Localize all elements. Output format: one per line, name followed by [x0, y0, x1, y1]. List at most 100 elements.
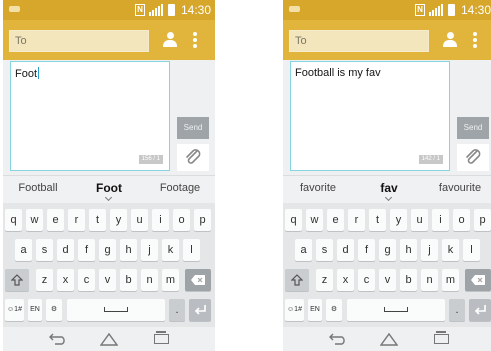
key-l[interactable]: l: [183, 239, 200, 261]
suggestion-left[interactable]: favorite: [283, 176, 353, 203]
key-x[interactable]: x: [57, 269, 74, 291]
key-b[interactable]: b: [400, 269, 417, 291]
contact-icon[interactable]: [163, 32, 177, 48]
message-input[interactable]: Foot 156 / 1: [10, 61, 170, 171]
key-a[interactable]: a: [15, 239, 32, 261]
key-n[interactable]: n: [421, 269, 438, 291]
key-q[interactable]: q: [285, 209, 302, 231]
key-k[interactable]: k: [162, 239, 179, 261]
enter-key[interactable]: [189, 299, 211, 321]
settings-key[interactable]: ⚙: [326, 299, 342, 321]
send-button[interactable]: Send: [177, 117, 209, 139]
key-y[interactable]: y: [110, 209, 127, 231]
to-field[interactable]: To: [9, 30, 149, 52]
key-y[interactable]: y: [390, 209, 407, 231]
key-s[interactable]: s: [36, 239, 53, 261]
key-w[interactable]: w: [26, 209, 43, 231]
period-key[interactable]: .: [449, 299, 465, 321]
phone-screen-2: N 14:30 To Football is my fav 142 / 1 Se…: [283, 0, 491, 351]
language-key[interactable]: EN: [28, 299, 42, 321]
key-o[interactable]: o: [173, 209, 190, 231]
back-icon[interactable]: [49, 333, 67, 345]
key-v[interactable]: v: [99, 269, 116, 291]
key-j[interactable]: j: [421, 239, 438, 261]
suggestion-left[interactable]: Football: [3, 176, 73, 203]
key-e[interactable]: e: [327, 209, 344, 231]
key-u[interactable]: u: [131, 209, 148, 231]
key-z[interactable]: z: [36, 269, 53, 291]
key-w[interactable]: w: [306, 209, 323, 231]
shift-key[interactable]: [5, 269, 29, 291]
key-b[interactable]: b: [120, 269, 137, 291]
key-h[interactable]: h: [400, 239, 417, 261]
back-icon[interactable]: [329, 333, 347, 345]
attach-button[interactable]: [457, 144, 489, 171]
home-icon[interactable]: [100, 332, 118, 346]
key-h[interactable]: h: [120, 239, 137, 261]
keyboard: q w e r t y u i o p a s d f g h j k l z …: [283, 203, 491, 327]
key-v[interactable]: v: [379, 269, 396, 291]
signal-icon: [429, 4, 443, 16]
key-m[interactable]: m: [442, 269, 459, 291]
key-i[interactable]: i: [152, 209, 169, 231]
key-c[interactable]: c: [358, 269, 375, 291]
overflow-menu-icon[interactable]: [193, 32, 197, 49]
suggestion-right[interactable]: favourite: [425, 176, 491, 203]
key-p[interactable]: p: [194, 209, 211, 231]
key-t[interactable]: t: [89, 209, 106, 231]
key-f[interactable]: f: [78, 239, 95, 261]
key-d[interactable]: d: [337, 239, 354, 261]
key-r[interactable]: r: [348, 209, 365, 231]
send-button[interactable]: Send: [457, 117, 489, 139]
key-g[interactable]: g: [99, 239, 116, 261]
key-j[interactable]: j: [141, 239, 158, 261]
home-icon[interactable]: [380, 332, 398, 346]
shift-icon: [290, 274, 304, 286]
recent-apps-icon[interactable]: [154, 331, 169, 344]
key-m[interactable]: m: [162, 269, 179, 291]
to-field[interactable]: To: [289, 30, 429, 52]
key-d[interactable]: d: [57, 239, 74, 261]
message-text: Foot: [15, 68, 38, 80]
key-k[interactable]: k: [442, 239, 459, 261]
message-input[interactable]: Football is my fav 142 / 1: [290, 61, 450, 171]
key-g[interactable]: g: [379, 239, 396, 261]
key-t[interactable]: t: [369, 209, 386, 231]
backspace-icon: [191, 275, 205, 285]
space-key[interactable]: [347, 299, 445, 321]
settings-key[interactable]: ⚙: [46, 299, 62, 321]
shift-key[interactable]: [285, 269, 309, 291]
language-key[interactable]: EN: [308, 299, 322, 321]
enter-key[interactable]: [469, 299, 491, 321]
backspace-key[interactable]: [185, 269, 211, 291]
recent-apps-icon[interactable]: [434, 331, 449, 344]
key-q[interactable]: q: [5, 209, 22, 231]
key-n[interactable]: n: [141, 269, 158, 291]
text-cursor: [38, 67, 40, 79]
key-z[interactable]: z: [316, 269, 333, 291]
space-key[interactable]: [67, 299, 165, 321]
key-f[interactable]: f: [358, 239, 375, 261]
backspace-key[interactable]: [465, 269, 491, 291]
space-icon: [384, 307, 408, 312]
key-x[interactable]: x: [337, 269, 354, 291]
suggestion-right[interactable]: Footage: [145, 176, 215, 203]
key-o[interactable]: o: [453, 209, 470, 231]
key-c[interactable]: c: [78, 269, 95, 291]
symbols-key[interactable]: ☺1#: [5, 299, 24, 321]
key-i[interactable]: i: [432, 209, 449, 231]
overflow-menu-icon[interactable]: [473, 32, 477, 49]
period-key[interactable]: .: [169, 299, 185, 321]
key-u[interactable]: u: [411, 209, 428, 231]
key-r[interactable]: r: [68, 209, 85, 231]
key-p[interactable]: p: [474, 209, 491, 231]
key-s[interactable]: s: [316, 239, 333, 261]
key-l[interactable]: l: [463, 239, 480, 261]
symbols-key[interactable]: ☺1#: [285, 299, 304, 321]
key-e[interactable]: e: [47, 209, 64, 231]
key-a[interactable]: a: [295, 239, 312, 261]
attach-button[interactable]: [177, 144, 209, 171]
navigation-bar: [283, 327, 491, 351]
battery-icon: [168, 4, 175, 16]
contact-icon[interactable]: [443, 32, 457, 48]
